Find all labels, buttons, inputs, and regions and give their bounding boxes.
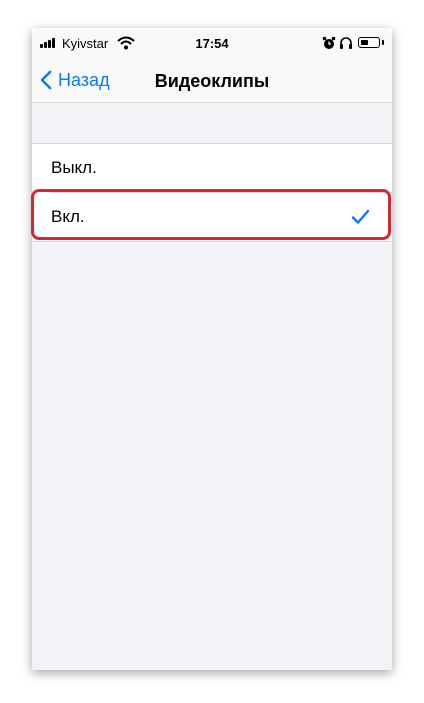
headphones-icon xyxy=(340,37,352,49)
battery-icon xyxy=(358,37,380,48)
status-bar: Kyivstar 17:54 xyxy=(32,28,392,58)
page-title: Видеоклипы xyxy=(154,71,270,91)
options-list: Выкл. Вкл. xyxy=(32,143,392,242)
clock-time: 17:54 xyxy=(195,36,229,51)
option-label: Вкл. xyxy=(51,207,85,226)
battery-tip xyxy=(382,40,384,45)
checkmark-icon xyxy=(351,209,370,224)
alarm-icon xyxy=(322,36,336,49)
option-off[interactable]: Выкл. xyxy=(32,144,392,192)
option-label: Выкл. xyxy=(51,158,97,177)
phone-screen: Kyivstar 17:54 Назад Видеоклипы Выкл. Вк… xyxy=(32,28,392,670)
option-on[interactable]: Вкл. xyxy=(32,193,392,241)
navigation-bar: Назад Видеоклипы xyxy=(32,58,392,103)
